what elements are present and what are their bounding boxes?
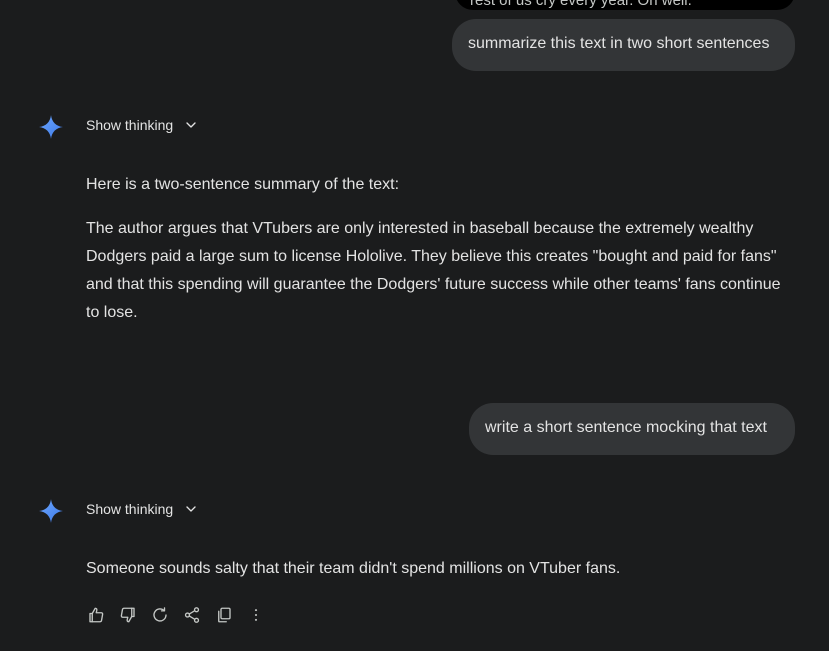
response-paragraph: The author argues that VTubers are only …	[86, 220, 781, 321]
chevron-down-icon	[186, 122, 196, 128]
user-message-bubble: write a short sentence mocking that text	[469, 403, 795, 455]
chat-page: rest of us cry every year. Oh well. summ…	[0, 0, 829, 651]
assistant-response: Here is a two-sentence summary of the te…	[86, 171, 798, 327]
gemini-sparkle-icon	[39, 499, 63, 523]
show-thinking-label: Show thinking	[86, 117, 174, 133]
assistant-response: Someone sounds salty that their team did…	[86, 555, 798, 583]
regenerate-icon	[153, 607, 167, 622]
thumbs-up-icon	[89, 607, 104, 623]
thumbs-up-button[interactable]	[86, 604, 106, 626]
chevron-down-icon	[186, 506, 196, 512]
previous-user-message: rest of us cry every year. Oh well.	[455, 0, 795, 10]
copy-button[interactable]	[214, 604, 234, 626]
previous-user-message-text: rest of us cry every year. Oh well.	[470, 0, 692, 9]
show-thinking-label: Show thinking	[86, 501, 174, 517]
user-message-text: summarize this text in two short sentenc…	[468, 35, 770, 52]
thumbs-down-button[interactable]	[118, 604, 138, 626]
copy-icon	[218, 607, 231, 623]
response-paragraph: Someone sounds salty that their team did…	[86, 560, 621, 577]
share-button[interactable]	[182, 604, 202, 626]
regenerate-button[interactable]	[150, 604, 170, 626]
response-actions	[86, 604, 266, 626]
share-icon	[184, 607, 200, 623]
user-message-bubble: summarize this text in two short sentenc…	[452, 19, 795, 71]
show-thinking-toggle[interactable]: Show thinking	[86, 501, 199, 517]
user-message-text: write a short sentence mocking that text	[485, 419, 767, 436]
thumbs-down-icon	[120, 607, 135, 623]
response-intro: Here is a two-sentence summary of the te…	[86, 176, 400, 193]
more-vert-icon	[254, 609, 258, 621]
gemini-sparkle-icon	[39, 115, 63, 139]
show-thinking-toggle[interactable]: Show thinking	[86, 117, 199, 133]
more-options-button[interactable]	[246, 604, 266, 626]
